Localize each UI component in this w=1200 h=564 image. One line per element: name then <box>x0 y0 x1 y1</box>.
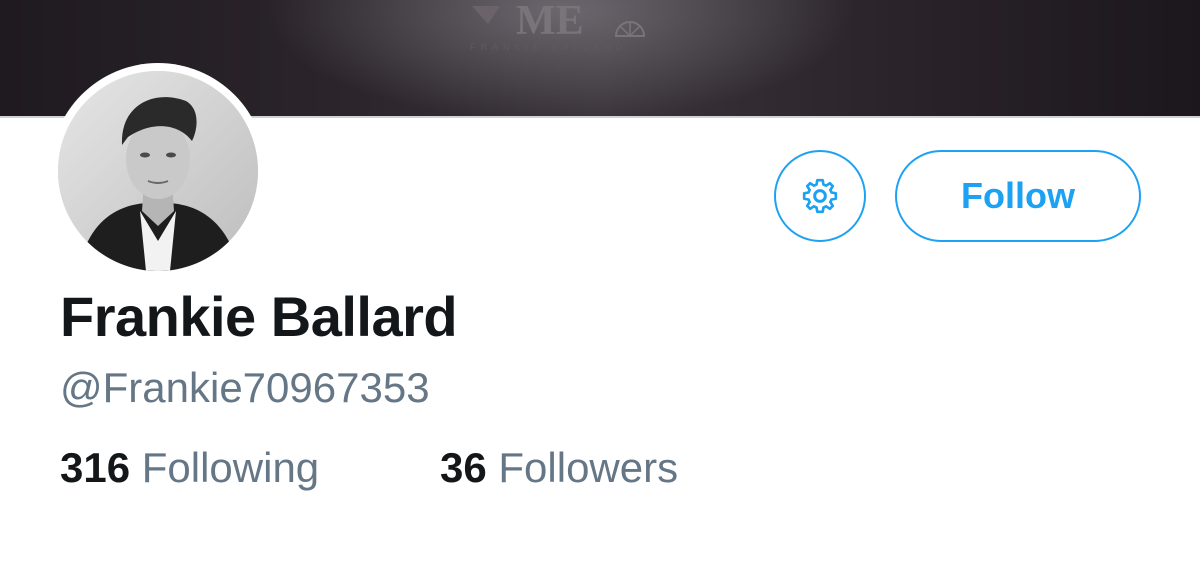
following-label: Following <box>141 444 320 491</box>
display-name: Frankie Ballard <box>60 285 458 348</box>
follow-button[interactable]: Follow <box>895 150 1141 242</box>
profile-page: ME FRANKIE BALLARD Follow Frankie Ballar… <box>0 0 1200 564</box>
following-stat[interactable]: 316 Following <box>60 444 319 492</box>
user-handle: @Frankie70967353 <box>60 364 430 411</box>
avatar-frame <box>50 63 266 279</box>
settings-button[interactable] <box>774 150 866 242</box>
banner-logo: ME FRANKIE BALLARD <box>470 0 646 52</box>
followers-stat[interactable]: 36 Followers <box>440 444 678 492</box>
avatar-photo <box>58 71 258 271</box>
svg-text:ME: ME <box>516 0 584 44</box>
gear-icon <box>802 178 838 214</box>
followers-count: 36 <box>440 444 487 491</box>
follow-button-label: Follow <box>961 175 1075 216</box>
svg-text:FRANKIE BALLARD: FRANKIE BALLARD <box>470 42 628 52</box>
following-count: 316 <box>60 444 131 491</box>
avatar[interactable] <box>58 71 258 271</box>
followers-label: Followers <box>498 444 679 491</box>
